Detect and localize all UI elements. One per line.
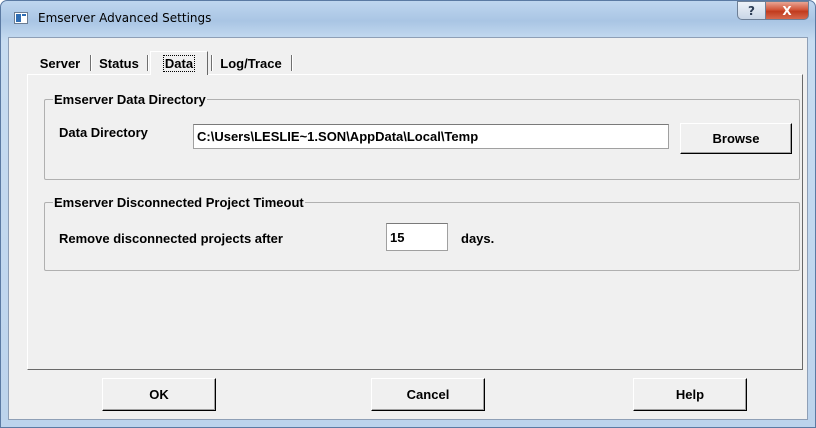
tab-log-trace[interactable]: Log/Trace bbox=[213, 52, 289, 74]
tab-server[interactable]: Server bbox=[31, 52, 89, 74]
dialog-window-icon bbox=[14, 12, 28, 24]
help-question-icon[interactable]: ? bbox=[737, 1, 765, 20]
data-directory-label: Data Directory bbox=[59, 125, 148, 140]
remove-disconnected-label: Remove disconnected projects after bbox=[59, 231, 283, 246]
disconnected-timeout-group-title: Emserver Disconnected Project Timeout bbox=[54, 195, 304, 210]
tab-data-label: Data bbox=[162, 55, 196, 72]
tab-data[interactable]: Data bbox=[150, 51, 208, 75]
tab-separator bbox=[147, 55, 149, 71]
data-directory-input[interactable] bbox=[193, 124, 669, 149]
cancel-button[interactable]: Cancel bbox=[371, 378, 485, 411]
tab-separator bbox=[291, 55, 293, 71]
timeout-days-input[interactable] bbox=[386, 223, 448, 251]
dialog-window: Emserver Advanced Settings ? X Server St… bbox=[0, 0, 816, 428]
dialog-client-area: Server Status Data Log/Trace Emserver Da… bbox=[8, 37, 808, 420]
browse-button[interactable]: Browse bbox=[680, 123, 792, 154]
data-directory-group-title: Emserver Data Directory bbox=[54, 92, 206, 107]
close-icon[interactable]: X bbox=[765, 1, 809, 20]
ok-button[interactable]: OK bbox=[102, 378, 216, 411]
tab-status[interactable]: Status bbox=[93, 52, 145, 74]
days-label: days. bbox=[461, 231, 495, 246]
caption-buttons: ? X bbox=[737, 1, 809, 21]
tab-separator bbox=[90, 55, 92, 71]
title-bar[interactable]: Emserver Advanced Settings ? X bbox=[1, 1, 815, 37]
tab-separator bbox=[211, 55, 213, 71]
help-button[interactable]: Help bbox=[633, 378, 747, 411]
window-title: Emserver Advanced Settings bbox=[38, 11, 212, 25]
tab-panel-data: Emserver Data Directory Data Directory B… bbox=[27, 74, 803, 370]
